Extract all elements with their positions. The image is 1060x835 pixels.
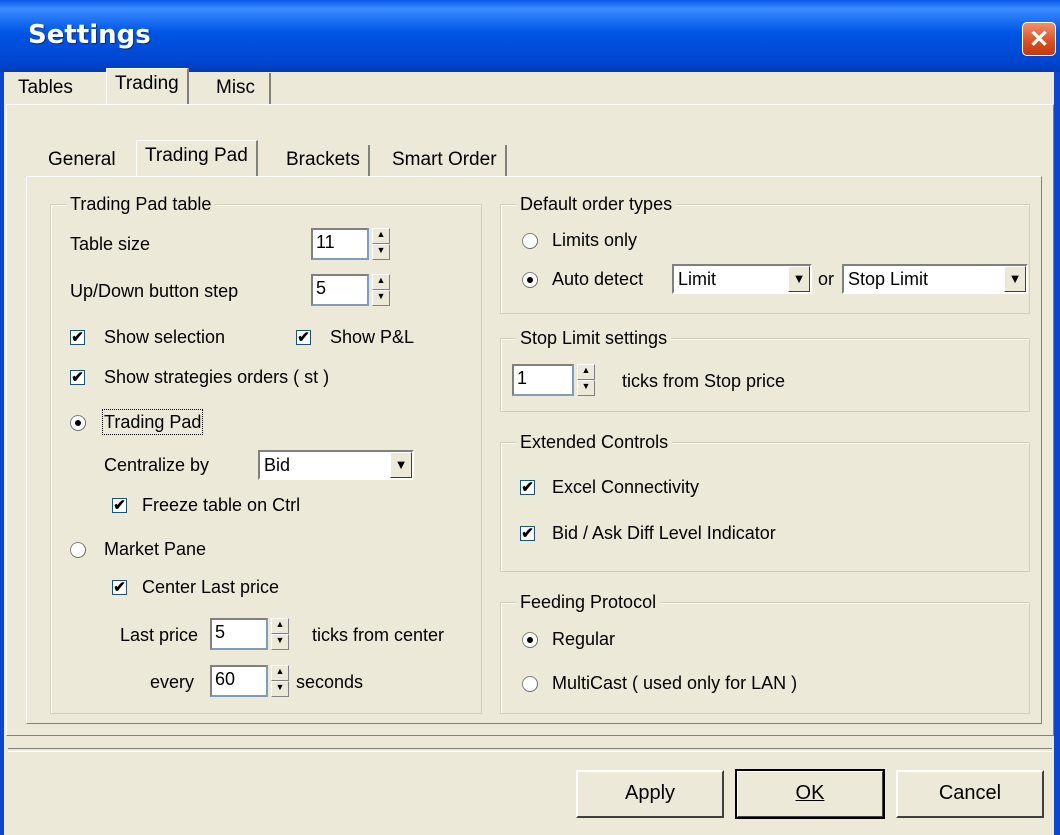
spin-up-icon[interactable]: ▲ bbox=[271, 665, 289, 681]
stop-limit-ticks-input[interactable]: 1 bbox=[512, 364, 574, 396]
auto-detect-radio[interactable] bbox=[522, 272, 538, 288]
close-button[interactable]: ✕ bbox=[1022, 22, 1056, 56]
apply-button[interactable]: Apply bbox=[576, 770, 724, 818]
table-size-spinner[interactable]: ▲ ▼ bbox=[372, 228, 390, 260]
cancel-button[interactable]: Cancel bbox=[896, 770, 1044, 818]
multicast-radio[interactable] bbox=[522, 676, 538, 692]
window-frame-left bbox=[0, 72, 4, 835]
auto-detect-type-value: Limit bbox=[678, 269, 717, 289]
bidask-indicator-checkbox[interactable]: ✔ bbox=[520, 526, 535, 541]
updown-step-spinner[interactable]: ▲ ▼ bbox=[372, 274, 390, 306]
spin-up-icon[interactable]: ▲ bbox=[271, 618, 289, 634]
freeze-table-checkbox[interactable]: ✔ bbox=[112, 498, 127, 513]
stop-limit-ticks-spinner[interactable]: ▲ ▼ bbox=[577, 364, 595, 396]
table-size-input[interactable]: 11 bbox=[311, 228, 369, 260]
show-pl-checkbox[interactable]: ✔ bbox=[296, 330, 311, 345]
tab-trading[interactable]: Trading bbox=[106, 68, 189, 105]
auto-detect-alt-type-value: Stop Limit bbox=[848, 269, 929, 289]
updown-step-label: Up/Down button step bbox=[70, 281, 239, 301]
extended-controls-legend: Extended Controls bbox=[516, 432, 673, 452]
limits-only-radio[interactable] bbox=[522, 233, 538, 249]
tab-tables[interactable]: Tables bbox=[10, 73, 81, 105]
tab-brackets[interactable]: Brackets bbox=[278, 145, 370, 177]
auto-detect-alt-type-select[interactable]: Stop Limit ▼ bbox=[842, 264, 1028, 294]
every-seconds-spinner[interactable]: ▲ ▼ bbox=[271, 665, 289, 697]
centralize-by-value: Bid bbox=[264, 455, 291, 475]
auto-detect-label: Auto detect bbox=[552, 269, 644, 289]
feeding-protocol-group bbox=[500, 602, 1030, 714]
window-title: Settings bbox=[28, 20, 151, 50]
center-last-price-checkbox[interactable]: ✔ bbox=[112, 580, 127, 595]
updown-step-input[interactable]: 5 bbox=[311, 274, 369, 306]
seconds-label: seconds bbox=[296, 672, 364, 692]
show-pl-label: Show P&L bbox=[330, 327, 415, 347]
center-last-price-label: Center Last price bbox=[142, 577, 280, 597]
default-order-types-group bbox=[500, 204, 1030, 314]
spin-up-icon[interactable]: ▲ bbox=[577, 364, 595, 380]
or-label: or bbox=[818, 269, 835, 289]
last-price-label: Last price bbox=[120, 625, 199, 645]
bottom-separator bbox=[8, 748, 1052, 752]
last-price-input[interactable]: 5 bbox=[210, 618, 268, 650]
ticks-from-center-label: ticks from center bbox=[312, 625, 445, 645]
spin-up-icon[interactable]: ▲ bbox=[372, 274, 390, 290]
trading-pad-radio-label: Trading Pad bbox=[101, 409, 204, 435]
show-selection-label: Show selection bbox=[104, 327, 226, 347]
extended-controls-group bbox=[500, 442, 1030, 572]
freeze-table-label: Freeze table on Ctrl bbox=[142, 495, 301, 515]
auto-detect-type-select[interactable]: Limit ▼ bbox=[672, 264, 812, 294]
spin-down-icon[interactable]: ▼ bbox=[271, 634, 289, 650]
ticks-from-stop-label: ticks from Stop price bbox=[622, 371, 786, 391]
table-size-label: Table size bbox=[70, 234, 151, 254]
chevron-down-icon[interactable]: ▼ bbox=[1004, 266, 1026, 292]
market-pane-radio[interactable] bbox=[70, 542, 86, 558]
excel-connectivity-label: Excel Connectivity bbox=[552, 477, 700, 497]
chevron-down-icon[interactable]: ▼ bbox=[788, 266, 810, 292]
spin-up-icon[interactable]: ▲ bbox=[372, 228, 390, 244]
every-seconds-input[interactable]: 60 bbox=[210, 665, 268, 697]
centralize-by-label: Centralize by bbox=[104, 455, 210, 475]
centralize-by-select[interactable]: Bid ▼ bbox=[258, 450, 414, 480]
feeding-protocol-legend: Feeding Protocol bbox=[516, 592, 661, 612]
bidask-indicator-label: Bid / Ask Diff Level Indicator bbox=[552, 523, 776, 543]
tab-smart-order[interactable]: Smart Order bbox=[384, 145, 507, 177]
spin-down-icon[interactable]: ▼ bbox=[372, 244, 390, 260]
window-frame-right bbox=[1054, 72, 1060, 835]
tab-general[interactable]: General bbox=[40, 145, 124, 177]
market-pane-radio-label: Market Pane bbox=[104, 539, 207, 559]
excel-connectivity-checkbox[interactable]: ✔ bbox=[520, 480, 535, 495]
show-strategies-label: Show strategies orders ( st ) bbox=[104, 367, 330, 387]
default-order-types-legend: Default order types bbox=[516, 194, 677, 214]
tab-trading-pad[interactable]: Trading Pad bbox=[136, 140, 258, 177]
last-price-spinner[interactable]: ▲ ▼ bbox=[271, 618, 289, 650]
chevron-down-icon[interactable]: ▼ bbox=[390, 452, 412, 478]
spin-down-icon[interactable]: ▼ bbox=[577, 380, 595, 396]
spin-down-icon[interactable]: ▼ bbox=[271, 681, 289, 697]
trading-pad-table-legend: Trading Pad table bbox=[66, 194, 216, 214]
stop-limit-settings-legend: Stop Limit settings bbox=[516, 328, 672, 348]
trading-pad-radio[interactable] bbox=[70, 415, 86, 431]
show-strategies-checkbox[interactable]: ✔ bbox=[70, 370, 85, 385]
show-selection-checkbox[interactable]: ✔ bbox=[70, 330, 85, 345]
close-icon: ✕ bbox=[1028, 26, 1050, 53]
limits-only-label: Limits only bbox=[552, 230, 638, 250]
regular-label: Regular bbox=[552, 629, 616, 649]
every-label: every bbox=[150, 672, 195, 692]
tab-misc[interactable]: Misc bbox=[208, 73, 272, 105]
title-bar[interactable] bbox=[0, 0, 1060, 72]
multicast-label: MultiCast ( used only for LAN ) bbox=[552, 673, 798, 693]
regular-radio[interactable] bbox=[522, 632, 538, 648]
spin-down-icon[interactable]: ▼ bbox=[372, 290, 390, 306]
ok-button[interactable]: OK bbox=[735, 769, 885, 819]
